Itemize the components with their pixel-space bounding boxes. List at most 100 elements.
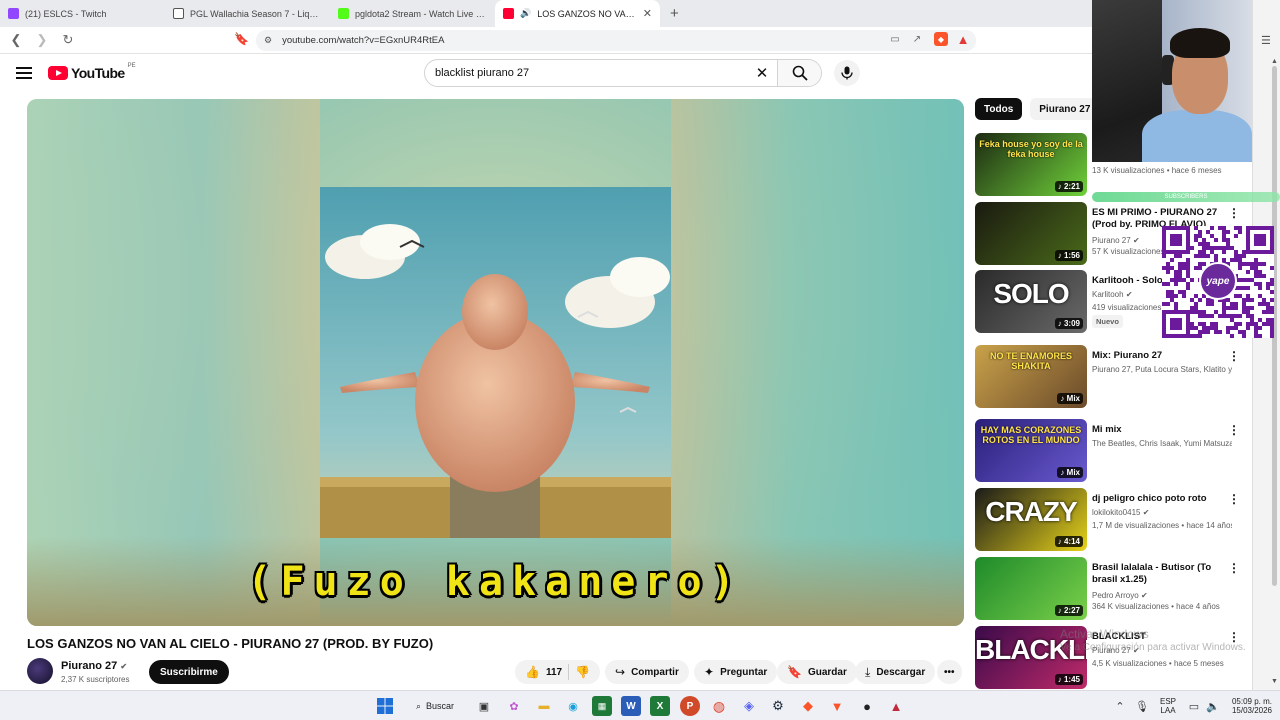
more-options-icon[interactable]: ⋮: [1228, 492, 1240, 506]
lang-code: ESP: [1159, 697, 1176, 706]
share-icon[interactable]: ↗: [910, 32, 924, 46]
browser-tab-strip: (21) ESLCS - Twitch PGL Wallachia Season…: [0, 0, 1092, 27]
chrome-icon[interactable]: ◍: [709, 696, 729, 716]
video-player[interactable]: (Fuzo kakanero): [27, 99, 964, 626]
browser-tab[interactable]: PGL Wallachia Season 7 - Liquipedia: [165, 0, 330, 27]
recommendation-item[interactable]: ♪ 2:27 Brasil lalalala - Butisor (To bras…: [975, 557, 1240, 621]
language-indicator[interactable]: ESP LAA: [1158, 697, 1178, 715]
edge-icon[interactable]: ◉: [563, 696, 583, 716]
powerpoint-icon[interactable]: P: [680, 696, 700, 716]
watermark-title: Activar Windows: [1060, 627, 1149, 641]
brave-taskbar-icon[interactable]: ▼: [827, 696, 847, 716]
task-view-icon[interactable]: ▣: [474, 696, 494, 716]
brave-icon[interactable]: ◆: [798, 696, 818, 716]
logo-wordmark: YouTube: [71, 65, 125, 81]
thumbnail-text: SOLO: [993, 278, 1069, 309]
start-button[interactable]: [375, 696, 395, 716]
video-thumbnail[interactable]: CRAZY ♪ 4:14: [975, 488, 1087, 551]
more-options-icon[interactable]: ⋮: [1228, 206, 1240, 220]
search-button[interactable]: [777, 60, 821, 86]
forward-icon[interactable]: ❯: [32, 30, 52, 50]
clear-search-icon[interactable]: ✕: [747, 64, 777, 82]
download-button[interactable]: ⤓ Descargar: [855, 660, 936, 684]
address-bar[interactable]: ⚙ youtube.com/watch?v=EGxnUR4RtEA: [256, 30, 976, 51]
riot-icon[interactable]: ▲: [886, 696, 906, 716]
ask-button[interactable]: ✦ Preguntar: [694, 660, 778, 684]
more-options-icon[interactable]: ⋮: [1228, 349, 1240, 363]
browser-toolbar: ❮ ❯ ↻ 🔖 ⚙ youtube.com/watch?v=EGxnUR4RtE…: [0, 27, 1092, 54]
verified-icon: ✔: [1132, 236, 1140, 245]
browser-tab-active[interactable]: 🔊 LOS GANZOS NO VAN AL CIELO ✕: [495, 0, 660, 27]
tray-chevron-icon[interactable]: ⌃: [1110, 696, 1130, 716]
like-count[interactable]: 117: [546, 667, 562, 678]
tab-title: LOS GANZOS NO VAN AL CIELO: [537, 8, 637, 19]
volume-icon[interactable]: 🔈: [1203, 696, 1223, 716]
taskbar-search[interactable]: ⌕ Buscar: [408, 695, 468, 717]
more-actions-button[interactable]: •••: [937, 660, 962, 684]
more-options-icon[interactable]: ⋮: [1228, 423, 1240, 437]
cast-icon[interactable]: ▭: [888, 32, 902, 46]
reload-icon[interactable]: ↻: [58, 30, 78, 50]
obs-icon[interactable]: ●: [857, 696, 877, 716]
more-options-icon[interactable]: ⋮: [1228, 561, 1240, 575]
menu-icon[interactable]: ☰: [1261, 34, 1271, 47]
new-tab-button[interactable]: +: [660, 0, 689, 27]
recommendation-meta: 364 K visualizaciones • hace 4 años: [1092, 602, 1220, 611]
channel-name[interactable]: Piurano 27 ✔: [61, 660, 127, 672]
share-label: Compartir: [631, 666, 679, 678]
share-button[interactable]: ↪ Compartir: [605, 660, 689, 684]
scroll-up-icon[interactable]: ▲: [1271, 58, 1278, 65]
tray-mic-icon[interactable]: 🎙: [1132, 696, 1152, 716]
dislike-icon[interactable]: 👎: [575, 665, 590, 679]
network-icon[interactable]: ▭: [1184, 696, 1204, 716]
voice-search-button[interactable]: [834, 60, 860, 86]
recommendation-item[interactable]: CRAZY ♪ 4:14 dj peligro chico poto roto lok…: [975, 488, 1240, 552]
recommendation-channel[interactable]: lokilokito0415 ✔: [1092, 507, 1232, 518]
search-input[interactable]: blacklist piurano 27: [425, 67, 747, 79]
word-icon[interactable]: W: [621, 696, 641, 716]
video-thumbnail[interactable]: Feka house yo soy de la feka house ♪ 2:21: [975, 133, 1087, 196]
brave-shield-icon[interactable]: ◆: [934, 32, 948, 46]
recommendation-title[interactable]: dj peligro chico poto roto: [1092, 493, 1232, 505]
divider: [568, 664, 570, 680]
browser-tab[interactable]: (21) ESLCS - Twitch: [0, 0, 165, 27]
recommendation-item[interactable]: NO TE ENAMORES SHAKITA ♪ Mix Mix: Piurano …: [975, 345, 1240, 409]
clock[interactable]: 05:09 p. m. 15/03/2026: [1224, 697, 1272, 715]
recommendation-channel[interactable]: Pedro Arroyo ✔: [1092, 590, 1232, 601]
chip-all[interactable]: Todos: [975, 98, 1023, 120]
bookmark-icon[interactable]: 🔖: [234, 32, 249, 46]
brave-rewards-icon[interactable]: ▲: [956, 32, 970, 47]
like-icon[interactable]: 👍: [525, 665, 540, 679]
site-info-icon[interactable]: ⚙: [264, 35, 272, 46]
youtube-logo[interactable]: YouTube PE: [48, 63, 136, 81]
save-button[interactable]: 🔖 Guardar: [777, 660, 857, 684]
duration-text: 3:09: [1063, 319, 1080, 328]
browser-tab[interactable]: pgldota2 Stream - Watch Live on Kick: [330, 0, 495, 27]
chip-channel[interactable]: Piurano 27: [1030, 98, 1100, 120]
video-thumbnail[interactable]: ♪ 2:27: [975, 557, 1087, 620]
excel-green-icon[interactable]: ▦: [592, 696, 612, 716]
search-box[interactable]: blacklist piurano 27 ✕: [424, 59, 822, 87]
back-icon[interactable]: ❮: [6, 30, 26, 50]
twitch-favicon-icon: [8, 8, 19, 19]
discord-icon[interactable]: ◈: [739, 696, 759, 716]
video-thumbnail[interactable]: ♪ 1:56: [975, 202, 1087, 265]
recommendation-title[interactable]: Mi mix: [1092, 424, 1232, 436]
recommendation-item[interactable]: HAY MAS CORAZONES ROTOS EN EL MUNDO ♪ Mix…: [975, 419, 1240, 483]
video-thumbnail[interactable]: SOLO ♪ 3:09: [975, 270, 1087, 333]
subscribe-button[interactable]: Suscribirme: [149, 660, 229, 684]
channel-avatar[interactable]: [27, 658, 53, 684]
copilot-icon[interactable]: ✿: [504, 696, 524, 716]
file-explorer-icon[interactable]: ▬: [534, 696, 554, 716]
excel-icon[interactable]: X: [650, 696, 670, 716]
guide-menu-icon[interactable]: [16, 67, 32, 79]
verified-icon: ✔: [1140, 591, 1148, 600]
recommendation-title[interactable]: Brasil lalalala - Butisor (To brasil x1.…: [1092, 562, 1232, 586]
recommendation-title[interactable]: Mix: Piurano 27: [1092, 350, 1232, 362]
steam-icon[interactable]: ⚙: [768, 696, 788, 716]
close-tab-icon[interactable]: ✕: [643, 7, 652, 20]
video-thumbnail[interactable]: NO TE ENAMORES SHAKITA ♪ Mix: [975, 345, 1087, 408]
windows-logo-icon: [377, 698, 393, 714]
scroll-down-icon[interactable]: ▼: [1271, 678, 1278, 685]
video-thumbnail[interactable]: HAY MAS CORAZONES ROTOS EN EL MUNDO ♪ Mix: [975, 419, 1087, 482]
